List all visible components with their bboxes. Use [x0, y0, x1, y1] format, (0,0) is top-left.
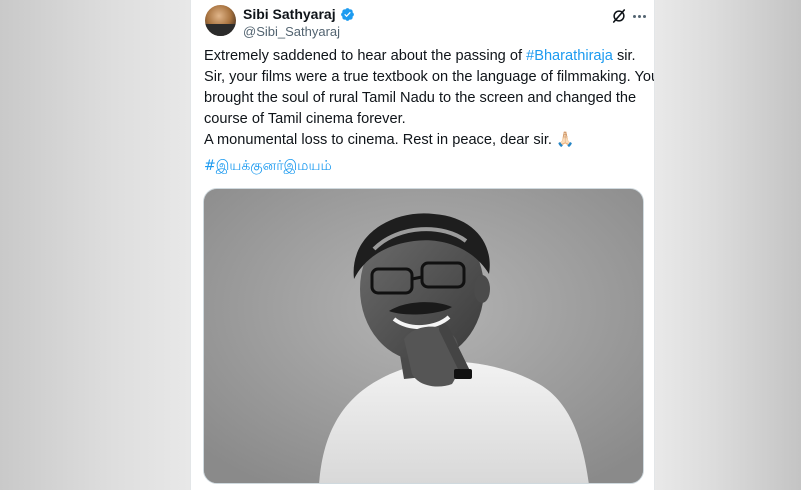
tweet-photo[interactable]: [203, 188, 644, 484]
tweet-line-2: Sir, your films were a true textbook on …: [204, 69, 655, 85]
portrait-image: [204, 189, 643, 483]
more-options-icon[interactable]: [631, 7, 647, 25]
tweet-line-5: A monumental loss to cinema. Rest in pea…: [204, 132, 575, 148]
tweet-card: Sibi Sathyaraj @Sibi_Sathyaraj Extremely…: [190, 0, 655, 490]
hashtag-bharathiraja[interactable]: #Bharathiraja: [526, 48, 613, 64]
tweet-line-1-text: Extremely saddened to hear about the pas…: [204, 48, 527, 64]
author-handle[interactable]: @Sibi_Sathyaraj: [243, 24, 340, 39]
avatar[interactable]: [205, 5, 236, 36]
background-right: [655, 0, 801, 490]
hashtag-tamil[interactable]: #இயக்குனர்இமயம்: [204, 158, 332, 176]
tweet-text: Extremely saddened to hear about the pas…: [204, 46, 655, 151]
tweet-line-4: course of Tamil cinema forever.: [204, 111, 406, 127]
verified-badge-icon: [340, 7, 354, 21]
author-name[interactable]: Sibi Sathyaraj: [243, 6, 336, 22]
background-left: [0, 0, 190, 490]
tweet-line-3: brought the soul of rural Tamil Nadu to …: [204, 90, 637, 106]
tweet-line-1: Extremely saddened to hear about the pas…: [204, 46, 649, 67]
tweet-line-1-end: sir.: [612, 48, 636, 64]
grok-icon[interactable]: [610, 7, 628, 25]
author-row: Sibi Sathyaraj: [243, 6, 355, 22]
